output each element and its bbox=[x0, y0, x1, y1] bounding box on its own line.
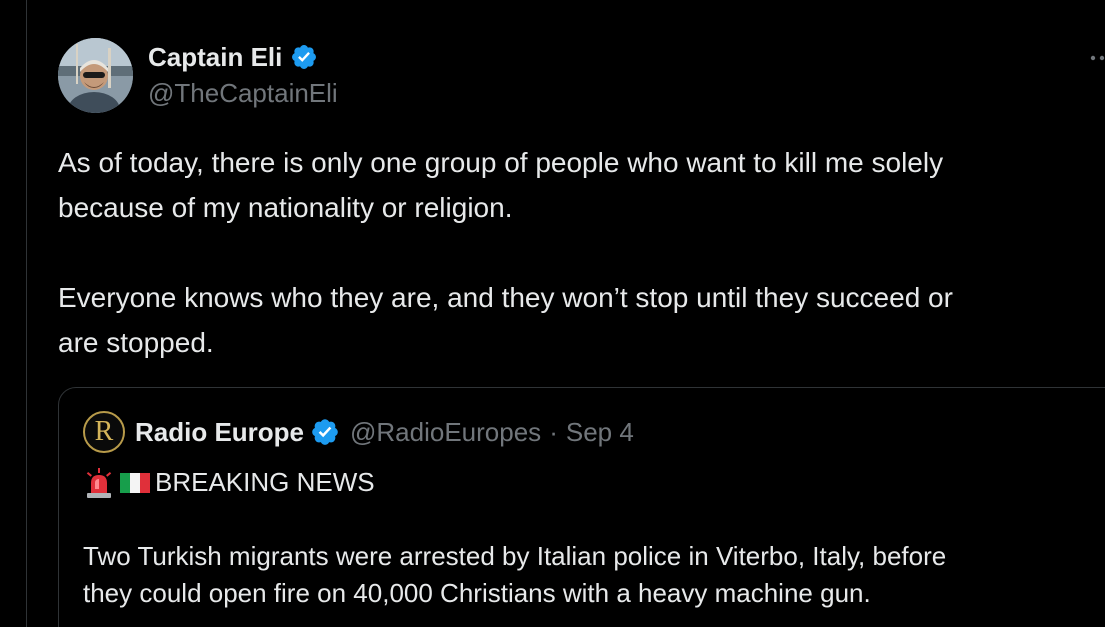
quoted-tweet-date[interactable]: Sep 4 bbox=[566, 417, 634, 448]
author-name-row: Captain Eli bbox=[148, 40, 318, 74]
tweet-text-line: As of today, there is only one group of … bbox=[58, 147, 944, 178]
quoted-tweet-header: R Radio Europe @RadioEuropes · Sep 4 bbox=[83, 410, 634, 454]
verified-badge-icon[interactable] bbox=[290, 43, 318, 71]
meta-separator: · bbox=[549, 416, 558, 447]
profile-photo-icon bbox=[58, 38, 133, 113]
italy-flag-icon bbox=[119, 467, 151, 499]
quoted-author-name[interactable]: Radio Europe bbox=[135, 417, 304, 448]
author-handle[interactable]: @TheCaptainEli bbox=[148, 78, 338, 109]
police-light-icon bbox=[83, 467, 115, 499]
timeline-left-border bbox=[26, 0, 27, 627]
quoted-author-avatar[interactable]: R bbox=[83, 411, 125, 453]
tweet-text-line: Everyone knows who they are, and they wo… bbox=[58, 282, 953, 313]
quoted-tweet-body: BREAKING NEWS Two Turkish migrants were … bbox=[83, 464, 1105, 612]
breaking-news-line: BREAKING NEWS bbox=[83, 464, 1105, 501]
author-avatar[interactable] bbox=[58, 38, 133, 113]
avatar-letter: R bbox=[94, 416, 114, 447]
quoted-tweet-card[interactable]: R Radio Europe @RadioEuropes · Sep 4 BRE… bbox=[58, 387, 1105, 627]
breaking-news-headline: BREAKING NEWS bbox=[155, 467, 375, 497]
tweet-text-line: are stopped. bbox=[58, 327, 214, 358]
quoted-text-line: they could open fire on 40,000 Christian… bbox=[83, 578, 871, 608]
quoted-text-line: Two Turkish migrants were arrested by It… bbox=[83, 541, 947, 571]
tweet-text-line: because of my nationality or religion. bbox=[58, 192, 513, 223]
quoted-author-handle[interactable]: @RadioEuropes bbox=[350, 417, 541, 448]
author-display-name[interactable]: Captain Eli bbox=[148, 42, 282, 73]
verified-badge-icon[interactable] bbox=[310, 417, 340, 447]
more-dots-icon[interactable] bbox=[1088, 48, 1105, 68]
tweet-body: As of today, there is only one group of … bbox=[58, 140, 1105, 365]
